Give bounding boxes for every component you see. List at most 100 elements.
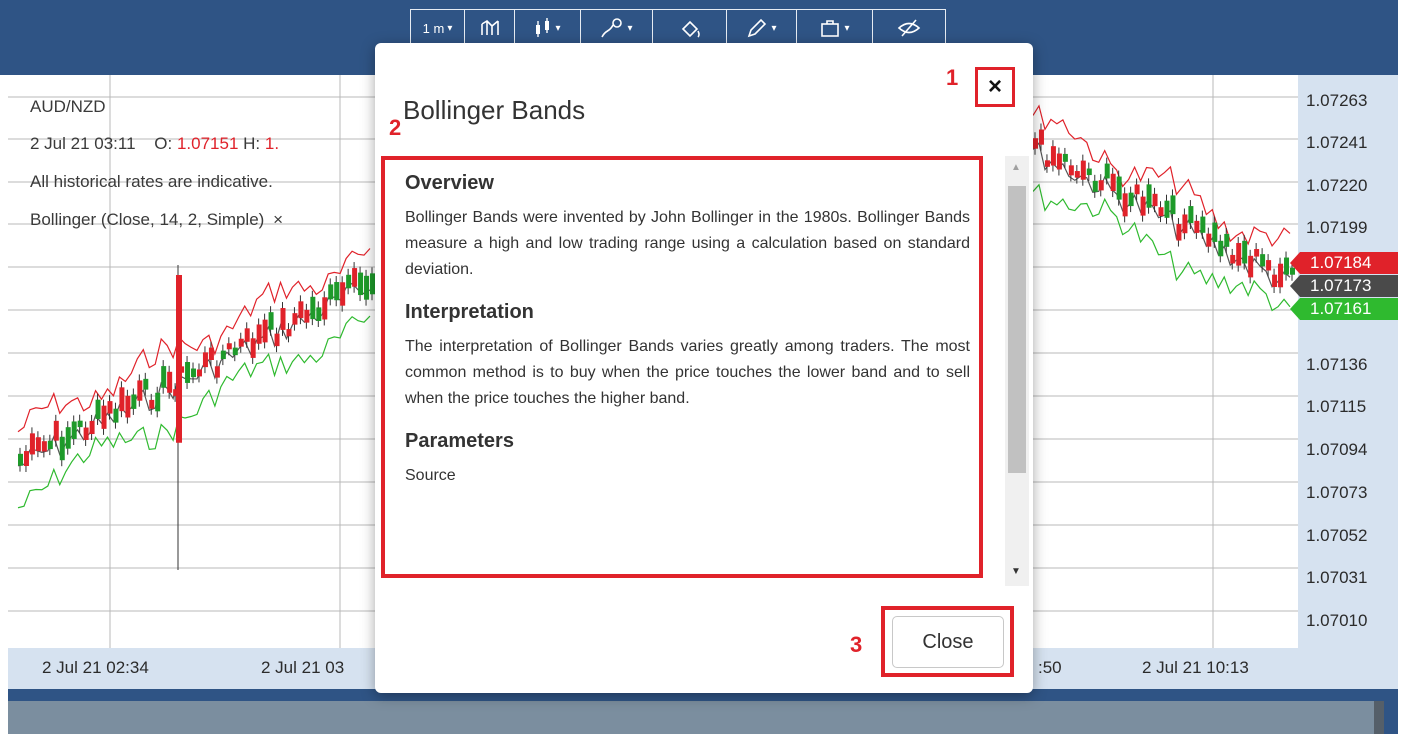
templates-button[interactable]: ▾ (797, 10, 873, 46)
middle-band-price-tag: 1.07173 (1290, 275, 1398, 297)
scrollbar-thumb[interactable] (1008, 186, 1026, 473)
candle-body (358, 272, 364, 296)
paint-bucket-icon (681, 20, 700, 38)
price-tick: 1.07010 (1306, 611, 1368, 630)
candle-body (1188, 206, 1194, 224)
price-tick: 1.07136 (1306, 355, 1368, 374)
candle-body (1194, 220, 1200, 233)
indicator-label[interactable]: Bollinger (Close, 14, 2, Simple) (30, 210, 264, 229)
candle-body (1278, 263, 1284, 288)
disclaimer-text: All historical rates are indicative. (30, 172, 273, 191)
candle-body (322, 297, 328, 320)
navigator-handle[interactable] (1374, 701, 1384, 734)
high-label: H: (243, 134, 261, 153)
price-tick: 1.07263 (1306, 91, 1368, 110)
candle-body (274, 333, 280, 347)
candle-body (149, 399, 155, 409)
upper-band-line (17, 248, 371, 433)
candlestick-button[interactable]: ▾ (515, 10, 581, 46)
candle-body (292, 313, 298, 325)
hide-button[interactable] (873, 10, 945, 46)
candle-body (47, 440, 53, 450)
candle-body (71, 421, 77, 439)
content-body: Overview Bollinger Bands were invented b… (405, 172, 970, 507)
section-heading: Overview (405, 172, 494, 194)
scroll-up-icon[interactable]: ▲ (1011, 162, 1021, 173)
upper-band-line (1032, 104, 1291, 248)
section-text: Source (405, 467, 456, 484)
candle-body (125, 395, 131, 418)
candle-body (1272, 274, 1278, 287)
candle-body (1218, 240, 1224, 257)
chevron-down-icon[interactable]: ▾ (627, 23, 632, 34)
high-value: 1. (264, 134, 280, 153)
candle-body (1116, 176, 1122, 200)
scroll-down-icon[interactable]: ▼ (1011, 566, 1021, 577)
lower-band-line (17, 315, 371, 509)
candle-body (304, 309, 310, 323)
candle-body (1044, 160, 1050, 167)
candle-body (1254, 249, 1260, 257)
candle-body (1224, 233, 1230, 247)
candle-body (35, 437, 41, 452)
candle-body (1170, 195, 1176, 215)
time-label: 2 Jul 21 02:34 (42, 658, 149, 677)
chevron-down-icon[interactable]: ▾ (555, 23, 560, 34)
candle-body (286, 329, 292, 337)
candle-body (1206, 233, 1212, 247)
candle-body (202, 352, 208, 368)
draw-button[interactable]: ▾ (727, 10, 797, 46)
price-tick: 1.07052 (1306, 526, 1368, 545)
bollinger-info-dialog: Bollinger Bands 1 × 2 Overview Bollinger… (375, 43, 1033, 693)
chart-type-button[interactable] (465, 10, 515, 46)
chevron-down-icon[interactable]: ▾ (844, 23, 849, 34)
candle-body (1242, 240, 1248, 264)
candle-body (256, 324, 262, 344)
candle-body (346, 274, 352, 289)
candle-body (1260, 254, 1266, 267)
close-button[interactable]: Close (892, 616, 1004, 668)
candle-body (352, 268, 358, 287)
candle-body (1266, 260, 1272, 271)
candle-body (1038, 129, 1044, 145)
content-scrollbar[interactable]: ▲ ▼ (1005, 156, 1029, 586)
candle-body (340, 282, 346, 306)
price-tick: 1.07094 (1306, 440, 1368, 459)
candle-body (1134, 184, 1140, 195)
candle-body (113, 408, 119, 423)
candle-body (107, 401, 113, 414)
candle-body (77, 420, 83, 428)
candle-body (196, 369, 202, 377)
candle-body (18, 453, 23, 466)
draw-pen-icon (748, 18, 767, 38)
candle-body (176, 275, 182, 443)
candle-body (1050, 146, 1056, 166)
interval-label: 1 m (422, 20, 445, 36)
candle-body (83, 427, 89, 440)
price-tick: 1.07241 (1306, 133, 1368, 152)
chevron-down-icon[interactable]: ▾ (771, 23, 776, 34)
chevron-down-icon[interactable]: ▾ (447, 23, 452, 34)
symbol-label: AUD/NZD (30, 97, 106, 116)
dialog-content[interactable]: Overview Bollinger Bands were invented b… (381, 156, 983, 578)
paint-bucket-button[interactable] (653, 10, 727, 46)
briefcase-icon (821, 20, 840, 37)
section-text: The interpretation of Bollinger Bands va… (405, 338, 970, 407)
remove-indicator-icon[interactable]: × (273, 210, 283, 229)
upper-band-price-tag: 1.07184 (1290, 252, 1398, 274)
candle-body (1212, 222, 1218, 242)
candle-body (364, 275, 370, 300)
indicators-button[interactable]: ▾ (581, 10, 653, 46)
open-value: 1.07151 (176, 134, 239, 153)
close-icon[interactable]: × (975, 67, 1015, 107)
price-tick: 1.07199 (1306, 218, 1368, 237)
chart-type-icon (480, 19, 499, 35)
candle-body (334, 282, 340, 301)
candle-body (1176, 224, 1182, 241)
candle-body (232, 347, 238, 356)
interval-button[interactable]: 1 m ▾ (411, 10, 465, 46)
candle-body (1086, 168, 1092, 176)
section-heading: Interpretation (405, 301, 534, 323)
price-tick: 1.07073 (1306, 483, 1368, 502)
navigator-thumb[interactable] (8, 701, 1374, 734)
